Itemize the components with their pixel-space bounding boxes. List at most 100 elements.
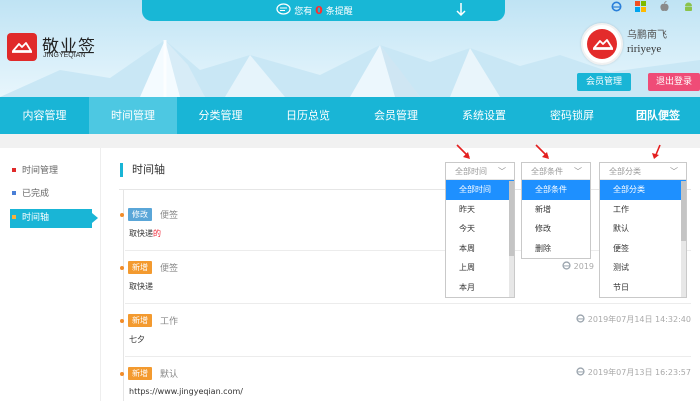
entry-category: 便签 [160,264,179,274]
entry-category: 工作 [160,317,179,327]
bullet-icon [12,215,16,219]
annotation-arrow-icon [535,144,549,159]
nav-item-time[interactable]: 时间管理 [89,97,177,134]
condition-filter-dropdown[interactable]: 全部条件 ﹀ 全部条件 新增 修改 删除 [521,162,591,259]
header: 您有 0 条提醒 敬业签 JINGYEQIAN 乌鹏南飞 ririyeye 会员… [0,0,700,97]
sidebar-item-completed[interactable]: 已完成 [10,185,92,204]
arrow-down-icon[interactable] [456,2,466,17]
entry-content: 取快递的 [129,228,161,239]
action-tag: 修改 [128,208,152,221]
category-option[interactable]: 便签 [600,239,686,259]
timeline-node [120,319,124,323]
chevron-down-icon: ﹀ [498,167,506,176]
scrollbar[interactable] [509,181,514,297]
entry-divider [125,303,691,304]
nav-item-lock[interactable]: 密码锁屏 [528,97,616,134]
annotation-arrow-icon [456,144,470,159]
category-filter-value: 全部分类 [609,167,641,176]
apple-icon[interactable] [659,1,670,12]
scrollbar[interactable] [681,181,686,297]
reminder-count: 0 [315,4,323,17]
condition-option[interactable]: 新增 [522,200,590,220]
ie-icon [576,314,585,323]
sidebar-item-time-management[interactable]: 时间管理 [10,162,92,181]
category-option[interactable]: 全部分类 [600,180,686,200]
nav-item-team[interactable]: 团队便签 [616,97,700,134]
category-filter-select[interactable]: 全部分类 ﹀ [600,163,686,180]
avatar-logo-icon [593,39,613,50]
entry-divider [125,356,691,357]
sidebar: 时间管理 已完成 时间轴 [0,148,101,401]
action-tag: 新增 [128,314,152,327]
category-option[interactable]: 工作 [600,200,686,220]
reminder-bar[interactable]: 您有 0 条提醒 [142,0,505,21]
condition-option[interactable]: 修改 [522,219,590,239]
logo-icon [12,42,32,53]
category-option[interactable]: 默认 [600,219,686,239]
time-option[interactable]: 上周 [446,258,514,278]
avatar[interactable] [581,23,623,65]
action-tag: 新增 [128,261,152,274]
annotation-arrow-icon [652,144,661,159]
ie-icon [562,261,571,270]
nav-divider [0,134,700,148]
timeline-node [120,372,124,376]
timeline-line [123,190,124,401]
nav-item-member[interactable]: 会员管理 [352,97,440,134]
time-option[interactable]: 本周 [446,239,514,259]
condition-option[interactable]: 删除 [522,239,590,259]
time-filter-select[interactable]: 全部时间 ﹀ [446,163,514,180]
entry-category: 便签 [160,211,179,221]
page-title: 时间轴 [120,163,165,177]
entry-time: 2019 [562,261,594,271]
entry-text: 取快递 [129,229,153,238]
entry-time: 2019年07月13日 16:23:57 [576,367,691,378]
timeline-node [120,213,124,217]
ie-icon[interactable] [611,1,622,12]
reminder-prefix: 您有 [294,7,313,17]
sidebar-item-label: 时间管理 [22,166,59,176]
category-filter-dropdown[interactable]: 全部分类 ﹀ 全部分类 工作 默认 便签 测试 节日 [599,162,687,298]
entry-text: 取快递 [129,282,153,291]
scrollbar-thumb[interactable] [681,181,686,241]
condition-option[interactable]: 全部条件 [522,180,590,200]
scrollbar-thumb[interactable] [509,181,514,256]
entry-content: 取快递 [129,281,153,292]
bullet-icon [12,168,16,172]
time-option[interactable]: 全部时间 [446,180,514,200]
time-option[interactable]: 今天 [446,219,514,239]
condition-filter-select[interactable]: 全部条件 ﹀ [522,163,590,180]
user-name: 乌鹏南飞 [627,30,667,41]
entry-highlight: 的 [153,229,161,238]
time-filter-value: 全部时间 [455,167,487,176]
chevron-down-icon: ﹀ [670,167,678,176]
sidebar-item-label: 时间轴 [22,213,50,223]
category-option[interactable]: 节日 [600,278,686,298]
nav-item-settings[interactable]: 系统设置 [440,97,528,134]
windows-icon[interactable] [635,1,646,12]
nav-item-content[interactable]: 内容管理 [0,97,89,134]
time-filter-dropdown[interactable]: 全部时间 ﹀ 全部时间 昨天 今天 本周 上周 本月 [445,162,515,298]
time-option[interactable]: 本月 [446,278,514,298]
logout-button[interactable]: 退出登录 [648,73,700,91]
main-content: 时间轴 修改 便签 取快递的 01 新增 便签 取快递 2019 新增 工作 七… [101,148,700,401]
entry-time-text: 2019 [573,262,594,271]
time-option[interactable]: 昨天 [446,200,514,220]
entry-category: 默认 [160,370,179,380]
chevron-down-icon: ﹀ [574,167,582,176]
logo [7,33,37,61]
android-icon[interactable] [683,1,694,12]
member-management-button[interactable]: 会员管理 [577,73,631,91]
entry-content: https://www.jingyeqian.com/ [129,387,243,396]
main-nav: 内容管理 时间管理 分类管理 日历总览 会员管理 系统设置 密码锁屏 团队便签 [0,97,700,134]
app-subtitle: JINGYEQIAN [43,52,86,59]
condition-filter-value: 全部条件 [531,167,563,176]
nav-item-category[interactable]: 分类管理 [177,97,264,134]
nav-item-calendar[interactable]: 日历总览 [264,97,352,134]
timeline-node [120,266,124,270]
category-option[interactable]: 测试 [600,258,686,278]
entry-time-text: 2019年07月13日 16:23:57 [587,368,691,377]
entry-text: 七夕 [129,335,145,344]
sidebar-item-timeline[interactable]: 时间轴 [10,209,98,228]
reminder-text: 您有 0 条提醒 [142,4,505,17]
